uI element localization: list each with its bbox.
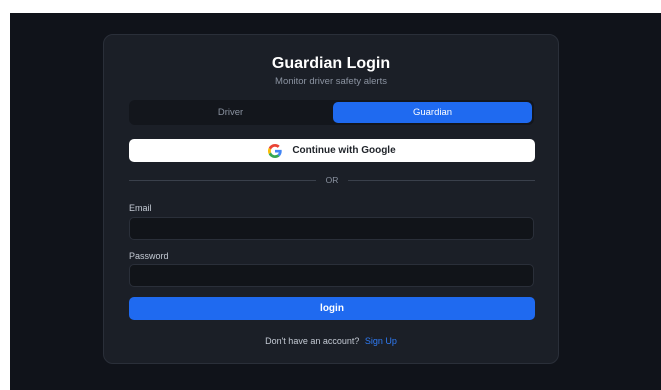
login-button[interactable]: login xyxy=(129,297,535,320)
divider-line-right xyxy=(348,179,535,181)
signup-prompt-text: Don't have an account? xyxy=(265,336,360,346)
app-viewport: Guardian Login Monitor driver safety ale… xyxy=(10,13,661,390)
page-title: Guardian Login xyxy=(271,55,391,72)
email-label: Email xyxy=(129,203,152,213)
tab-guardian[interactable]: Guardian xyxy=(333,102,532,123)
sign-up-link[interactable]: Sign Up xyxy=(365,336,397,346)
google-button-label: Continue with Google xyxy=(292,145,396,156)
tab-driver[interactable]: Driver xyxy=(131,102,330,123)
signup-prompt: Don't have an account? Sign Up xyxy=(104,336,558,346)
email-field[interactable] xyxy=(129,217,534,240)
or-divider: OR xyxy=(129,174,535,186)
google-icon xyxy=(268,143,283,158)
role-toggle: Driver Guardian xyxy=(129,100,534,125)
password-label: Password xyxy=(129,251,169,261)
password-field[interactable] xyxy=(129,264,534,287)
page-subtitle: Monitor driver safety alerts xyxy=(275,76,387,87)
divider-line-left xyxy=(129,179,316,181)
login-card: Guardian Login Monitor driver safety ale… xyxy=(103,34,559,364)
divider-text: OR xyxy=(325,175,339,185)
continue-with-google-button[interactable]: Continue with Google xyxy=(129,139,535,162)
